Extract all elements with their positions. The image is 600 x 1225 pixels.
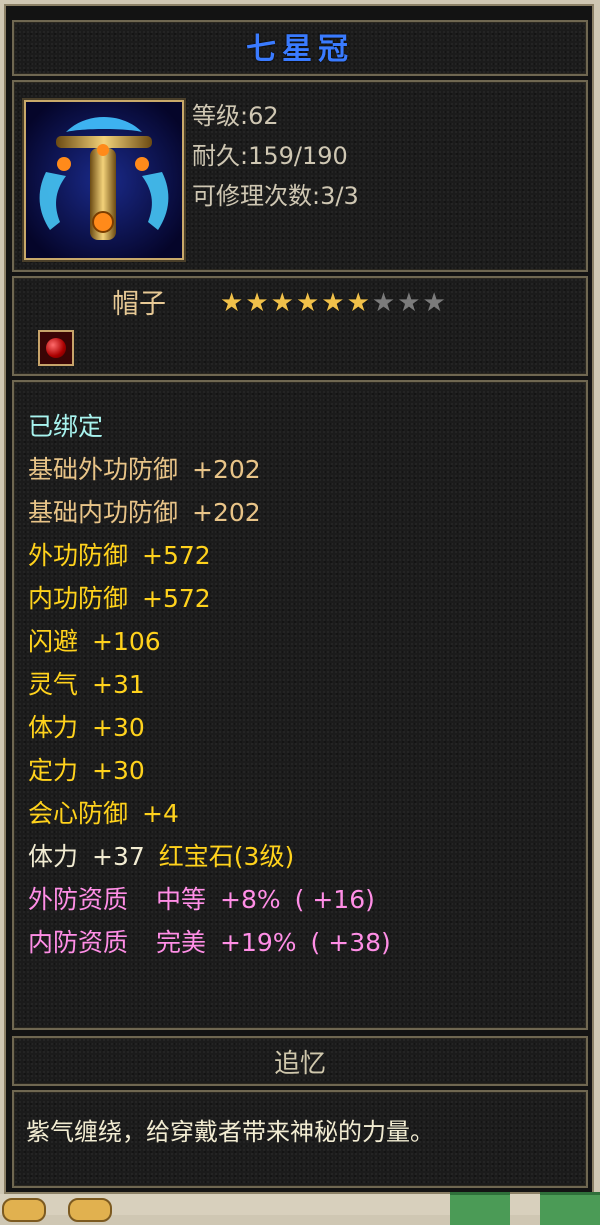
attribute-line: 已绑定 — [28, 405, 391, 448]
attr-label: 内功防御 — [28, 584, 129, 613]
memory-title: 追忆 — [273, 1049, 326, 1079]
attr-value: +30 — [92, 713, 145, 742]
attr-label: 基础内功防御 — [28, 498, 179, 527]
attr-extra: ( +16) — [294, 885, 375, 914]
title-panel: 七星冠 — [12, 20, 588, 76]
item-description: 紫气缠绕，给穿戴者带来神秘的力量。 — [26, 1118, 434, 1146]
attr-label: 定力 — [28, 756, 79, 785]
attribute-line: 体力 +30 — [28, 706, 391, 749]
star-rating: ★ ★ ★ ★ ★ ★ ★ ★ ★ — [220, 290, 446, 316]
star-icon: ★ — [220, 288, 244, 318]
attr-value: +4 — [142, 799, 179, 828]
star-icon: ★ — [295, 288, 320, 318]
attr-label: 外防资质 — [28, 885, 129, 914]
attribute-line: 基础外功防御 +202 — [28, 448, 391, 491]
star-icon: ★ — [371, 288, 396, 318]
attr-value: +106 — [92, 627, 161, 656]
attr-label: 体力 — [28, 842, 79, 871]
attr-extra: ( +38) — [310, 928, 391, 957]
star-icon: ★ — [422, 288, 446, 318]
attr-value: +572 — [142, 584, 211, 613]
attribute-line: 灵气 +31 — [28, 663, 391, 706]
star-icon: ★ — [245, 288, 269, 318]
attr-label: 闪避 — [28, 627, 79, 656]
underlying-button[interactable] — [68, 1198, 112, 1222]
attr-label: 会心防御 — [28, 799, 129, 828]
attr-label: 内防资质 — [28, 928, 129, 957]
attribute-list: 已绑定基础外功防御 +202 基础内功防御 +202 外功防御 +572 内功防御 +572 闪… — [28, 405, 391, 964]
attr-grade: 完美 — [156, 928, 207, 957]
star-icon: ★ — [346, 288, 370, 318]
star-icon: ★ — [397, 288, 421, 318]
attr-value: +37 — [92, 842, 145, 871]
item-name: 七星冠 — [246, 32, 354, 67]
gem-slot-icon — [38, 330, 74, 366]
attr-value: +8% — [220, 885, 281, 914]
attr-label: 体力 — [28, 713, 79, 742]
attr-value: +19% — [220, 928, 297, 957]
attr-value: +202 — [192, 498, 261, 527]
attr-label: 基础外功防御 — [28, 455, 179, 484]
attr-value: +572 — [142, 541, 211, 570]
attr-gem: 红宝石(3级) — [158, 842, 295, 871]
attribute-line: 外防资质 中等 +8% ( +16) — [28, 878, 391, 921]
attr-label: 外功防御 — [28, 541, 129, 570]
attribute-line: 会心防御 +4 — [28, 792, 391, 835]
attr-value: +31 — [92, 670, 145, 699]
attribute-line: 基础内功防御 +202 — [28, 491, 391, 534]
item-stats: 等级:62 耐久:159/190 可修理次数:3/3 — [192, 96, 359, 216]
attribute-line: 外功防御 +572 — [28, 534, 391, 577]
item-type: 帽子 — [112, 289, 166, 320]
underlying-button[interactable] — [2, 1198, 46, 1222]
underlying-decoration — [450, 1192, 510, 1225]
underlying-decoration — [540, 1192, 600, 1225]
level-stat: 等级:62 — [192, 102, 279, 130]
attribute-line: 内防资质 完美 +19% ( +38) — [28, 921, 391, 964]
attribute-line: 闪避 +106 — [28, 620, 391, 663]
attr-value: +30 — [92, 756, 145, 785]
star-icon: ★ — [321, 288, 345, 318]
attr-grade: 中等 — [156, 885, 207, 914]
crown-icon — [26, 102, 182, 258]
attribute-line: 体力 +37 红宝石(3级) — [28, 835, 391, 878]
attr-text: 已绑定 — [28, 412, 104, 441]
attr-value: +202 — [192, 455, 261, 484]
attribute-line: 内功防御 +572 — [28, 577, 391, 620]
attr-label: 灵气 — [28, 670, 79, 699]
attribute-line: 定力 +30 — [28, 749, 391, 792]
durability-stat: 耐久:159/190 — [192, 142, 348, 170]
item-icon — [24, 100, 184, 260]
star-icon: ★ — [270, 288, 294, 318]
repair-count-stat: 可修理次数:3/3 — [192, 182, 359, 210]
